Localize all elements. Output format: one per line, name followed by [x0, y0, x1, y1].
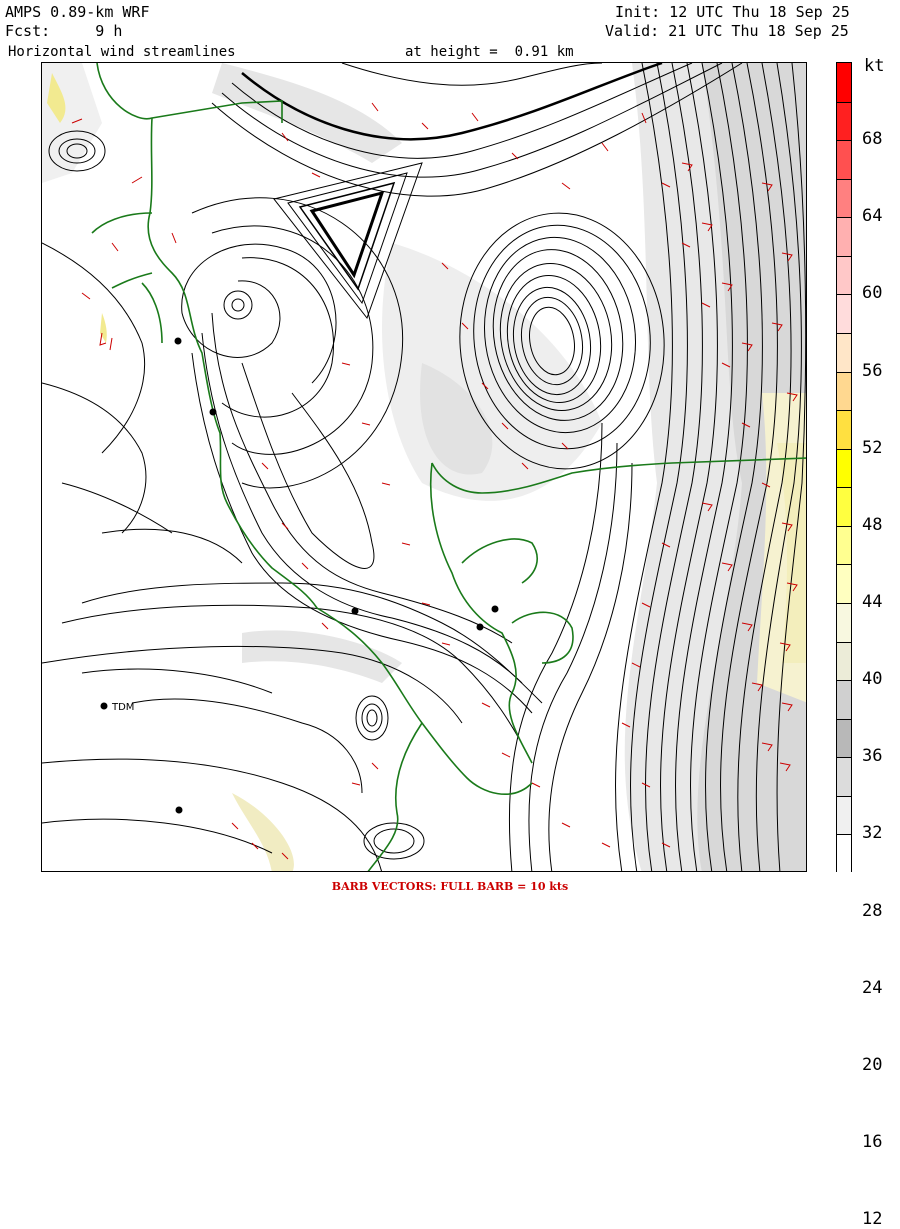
colorbar-segment [837, 410, 851, 449]
colorbar-segment [837, 217, 851, 256]
colorbar-segment [837, 333, 851, 372]
height-label: at height = 0.91 km [405, 44, 574, 60]
field-title: Horizontal wind streamlines [8, 44, 236, 60]
colorbar-segment [837, 525, 851, 565]
colorbar-tick-label: 44 [862, 592, 883, 612]
colorbar-segment [837, 641, 851, 681]
colorbar-segment [837, 680, 851, 719]
station-tdm-label: TDM [111, 702, 134, 713]
colorbar-tick-label: 36 [862, 746, 883, 767]
forecast-hour: Fcst: 9 h [5, 22, 123, 40]
colorbar-tick-label: 28 [862, 900, 883, 921]
colorbar-tick-label: 64 [862, 206, 883, 227]
map-panel[interactable]: TDM [41, 62, 807, 872]
colorbar-tick-label: 40 [862, 669, 883, 690]
barb-legend: BARB VECTORS: FULL BARB = 10 kts [331, 880, 569, 893]
colorbar-segment [837, 834, 851, 873]
colorbar-tick-label: 68 [862, 129, 883, 150]
colorbar-tick-label: 48 [862, 514, 883, 535]
colorbar-segment [837, 178, 851, 218]
colorbar-segment [837, 757, 851, 796]
colorbar-segment [837, 255, 851, 295]
colorbar-segment [837, 140, 851, 179]
model-title: AMPS 0.89-km WRF [5, 3, 150, 21]
colorbar-segment [837, 371, 851, 411]
colorbar-tick-label: 32 [862, 823, 883, 844]
init-time: Init: 12 UTC Thu 18 Sep 25 [615, 3, 850, 21]
colorbar-tick-label: 52 [862, 437, 883, 458]
colorbar-segment [837, 795, 851, 835]
colorbar-segment [837, 63, 851, 102]
colorbar-segment [837, 294, 851, 333]
station-tdm-marker [100, 702, 108, 710]
colorbar-segment [837, 101, 851, 141]
colorbar-tick-label: 12 [862, 1209, 883, 1229]
colorbar-tick-label: 56 [862, 360, 883, 381]
colorbar-tick-label: 16 [862, 1132, 883, 1152]
colorbar-tick-label: 60 [862, 283, 883, 304]
valid-time: Valid: 21 UTC Thu 18 Sep 25 [605, 22, 849, 40]
colorbar-segment [837, 603, 851, 642]
colorbar-segment [837, 564, 851, 603]
colorbar-unit: kt [864, 56, 885, 76]
speed-colorbar [836, 62, 852, 873]
colorbar-segment [837, 718, 851, 758]
streamline-map: TDM [42, 63, 806, 871]
colorbar-tick-label: 20 [862, 1054, 883, 1075]
colorbar-tick-label: 24 [862, 977, 883, 998]
colorbar-segment [837, 448, 851, 488]
colorbar-segment [837, 487, 851, 526]
